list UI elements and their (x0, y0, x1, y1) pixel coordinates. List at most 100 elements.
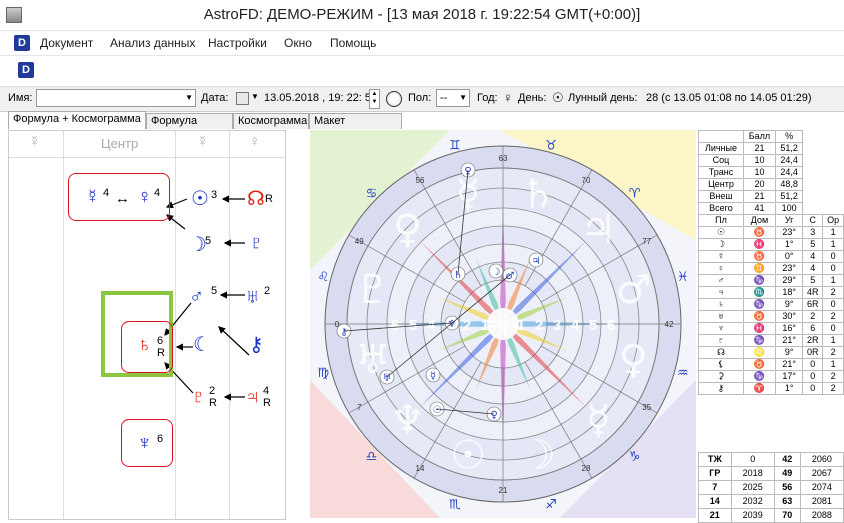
score-row-cell: Балл (742, 130, 776, 143)
planet-row-cell: 4 (802, 250, 824, 263)
menu-settings[interactable]: Настройки (208, 36, 267, 50)
planet-row-cell: 17° (774, 370, 804, 383)
chevron-down-icon[interactable]: ▼ (459, 90, 467, 106)
tab-cosmogram[interactable]: Космограмма (233, 113, 309, 129)
planet-row-cell: 0 (802, 358, 824, 371)
date-value[interactable]: 13.05.2018 , 19: 22: 54 (264, 92, 377, 104)
name-label: Имя: (8, 92, 33, 104)
uranus-icon: ♅ (245, 286, 260, 308)
sign-icon: ♉ (545, 138, 557, 153)
score-row-cell: Центр (698, 178, 744, 191)
chevron-down-icon[interactable]: ▼ (185, 90, 193, 106)
ring-number: 7 (357, 403, 362, 412)
name-input[interactable]: ▼ (36, 89, 196, 107)
score-row: Соц 10 24,4 (698, 154, 844, 167)
planet-marker-icon: ☿ (430, 371, 436, 382)
planet-row-cell: ♓ (742, 238, 776, 251)
score-row-cell: 24,4 (774, 154, 804, 167)
score-row: Транс 10 24,4 (698, 166, 844, 179)
planet-row-cell: Дом (742, 214, 776, 227)
menu-help[interactable]: Помощь (330, 36, 376, 50)
toolbar-document-icon[interactable]: D (18, 62, 34, 78)
planet-row-cell: ♈ (742, 382, 776, 395)
planet-row-cell: 23° (774, 226, 804, 239)
planet-row: ☊ ♌ 9° 0R 2 (698, 346, 844, 359)
menu-analysis[interactable]: Анализ данных (110, 36, 195, 50)
planet-row-cell: ♉ (742, 226, 776, 239)
planet-row-cell: 4 (802, 262, 824, 275)
venus-icon: ♀ (137, 186, 152, 208)
planet-marker-icon: ♂ (506, 271, 515, 282)
venus-icon: ♀ (503, 90, 513, 105)
ring-number: 49 (355, 237, 364, 246)
age-row-cell: 2025 (730, 480, 775, 495)
ring-number: 28 (582, 464, 591, 473)
sign-icon: ♎ (366, 450, 378, 465)
planet-row-cell: 5 (802, 274, 824, 287)
big-planet-glyph: ♇ (355, 267, 391, 313)
planet-row-cell: 2 (822, 370, 844, 383)
big-planet-glyph: ☿ (586, 397, 611, 443)
age-label: 0 (499, 317, 507, 334)
planet-row-cell: 1 (822, 226, 844, 239)
calendar-icon[interactable] (236, 92, 249, 105)
planet-row-cell: 0 (822, 322, 844, 335)
score-row: Личные 21 51,2 (698, 142, 844, 155)
score-row-cell: 10 (742, 154, 776, 167)
score-row-cell (698, 130, 744, 143)
planet-row-cell: 1° (774, 382, 804, 395)
globe-icon[interactable] (386, 91, 402, 107)
sex-select[interactable]: -- ▼ (436, 89, 470, 107)
date-spinner[interactable]: ▲ ▼ (369, 89, 380, 109)
planet-row-cell: 16° (774, 322, 804, 335)
sign-icon: ♑ (629, 450, 641, 465)
menu-document[interactable]: Документ (40, 36, 93, 50)
planet-row-cell: 3 (802, 226, 824, 239)
age-row-cell: ТЖ (698, 452, 732, 467)
planet-row: Пл Дом Уг С Ор (698, 214, 844, 227)
document-icon[interactable]: D (14, 35, 30, 51)
age-row-cell: 0 (730, 452, 775, 467)
planet-row-cell: 2 (822, 286, 844, 299)
lunar-day-label: Лунный день: (568, 92, 638, 104)
planet-row-cell: С (802, 214, 824, 227)
score-row-cell: 100 (774, 202, 804, 215)
planet-row: ♃ ♏ 18° 4R 2 (698, 286, 844, 299)
age-row: 7 2025 56 2074 (698, 480, 844, 495)
age-row-cell: 2060 (799, 452, 844, 467)
ring-number: 63 (499, 154, 508, 163)
big-planet-glyph: ☿ (456, 172, 481, 218)
tab-formula-cosmogram[interactable]: Формула + Космограмма (8, 111, 146, 129)
planet-row-cell: 23° (774, 262, 804, 275)
age-row-cell: 2081 (799, 494, 844, 509)
tab-soul-formula[interactable]: Формула Души (146, 113, 233, 142)
planet-row-cell: 0 (822, 250, 844, 263)
planet-row-cell: ♊ (742, 262, 776, 275)
age-row: 14 2032 63 2081 (698, 494, 844, 509)
planet-row-cell: 1 (822, 358, 844, 371)
pluto-icon: ♇ (249, 232, 264, 254)
planet-row: ♄ ♑ 9° 6R 0 (698, 298, 844, 311)
big-planet-glyph: ♄ (520, 172, 556, 218)
planet-row: ☉ ♉ 23° 3 1 (698, 226, 844, 239)
big-planet-glyph: ☽ (520, 432, 556, 478)
planet-row-cell: ♆ (698, 322, 744, 335)
calendar-dropdown-icon[interactable]: ▼ (251, 92, 259, 101)
planet-row-cell: 5 (802, 238, 824, 251)
score-row-cell: 21 (742, 190, 776, 203)
tab-page-layout[interactable]: Макет страницы (309, 113, 402, 142)
score-row-cell: Личные (698, 142, 744, 155)
score-row-cell: Транс (698, 166, 744, 179)
planet-row-cell: 0 (822, 262, 844, 275)
menu-window[interactable]: Окно (284, 36, 312, 50)
score-row-cell: Соц (698, 154, 744, 167)
big-planet-glyph: ♀ (619, 337, 648, 383)
planet-row-cell: 1 (822, 274, 844, 287)
planet-row-cell: ☿ (698, 250, 744, 263)
score-row: Внеш 21 51,2 (698, 190, 844, 203)
age-row-cell: 2067 (799, 466, 844, 481)
age-row-cell: 2074 (799, 480, 844, 495)
planet-row-cell: 2R (802, 334, 824, 347)
age-row-cell: 2018 (730, 466, 775, 481)
planet-row-cell: ♉ (742, 250, 776, 263)
